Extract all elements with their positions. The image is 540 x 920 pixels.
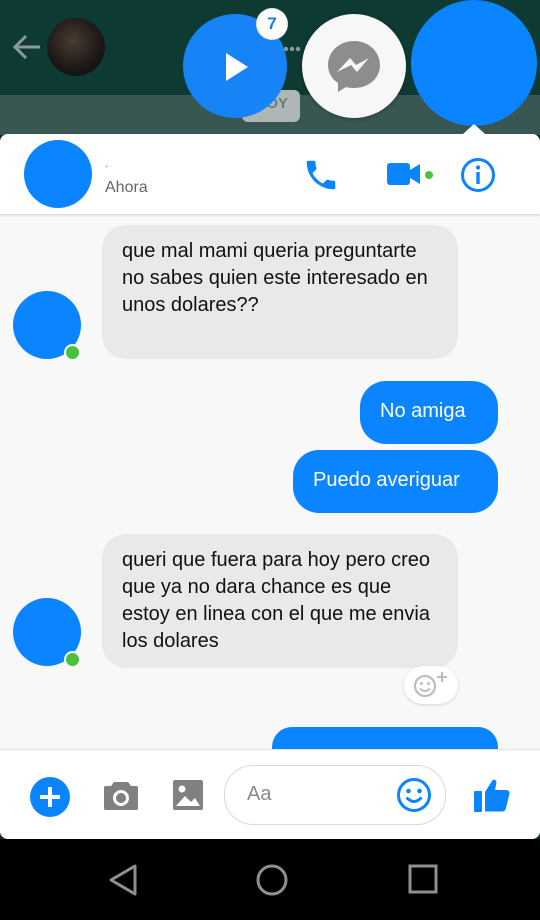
message-bubble-outgoing[interactable]: No amiga [360, 381, 498, 444]
active-status: Ahora [105, 179, 148, 196]
composer-bar [0, 749, 540, 839]
message-input[interactable] [245, 782, 389, 807]
messenger-icon [328, 41, 380, 92]
recents-icon[interactable] [407, 863, 439, 895]
camera-icon[interactable] [103, 779, 139, 811]
overflow-dots-icon [283, 46, 301, 52]
chat-head-pointer [463, 124, 485, 134]
chat-header: . Ahora [0, 134, 540, 214]
like-icon[interactable] [473, 776, 511, 814]
message-bubble-outgoing[interactable] [272, 727, 498, 749]
phone-icon[interactable] [302, 156, 340, 194]
message-input-box[interactable] [224, 765, 446, 825]
message-bubble-incoming[interactable]: queri que fuera para hoy pero creo que y… [102, 534, 458, 668]
home-icon[interactable] [255, 863, 289, 897]
contact-chat-head[interactable] [411, 0, 537, 126]
gallery-icon[interactable] [172, 779, 204, 811]
info-icon[interactable] [460, 157, 496, 193]
online-indicator [64, 344, 81, 361]
contact-name[interactable]: . [105, 156, 108, 170]
emoji-icon[interactable] [396, 777, 432, 813]
contact-avatar[interactable] [24, 140, 92, 208]
messenger-chat-head[interactable] [302, 14, 406, 118]
back-arrow-icon [12, 34, 40, 60]
video-camera-icon[interactable] [386, 162, 422, 186]
add-reaction-icon [413, 672, 447, 698]
message-bubble-incoming[interactable]: que mal mami queria preguntarte no sabes… [102, 225, 458, 359]
android-navigation-bar [0, 839, 540, 920]
message-bubble-outgoing[interactable]: Puedo averiguar [293, 450, 498, 513]
online-indicator [64, 651, 81, 668]
chat-window: . Ahora que mal mami queria preguntarte … [0, 134, 540, 839]
back-icon[interactable] [107, 863, 139, 897]
video-active-dot [425, 171, 433, 179]
play-icon [226, 53, 248, 81]
add-reaction-button[interactable] [404, 666, 458, 704]
message-list[interactable]: que mal mami queria preguntarte no sabes… [0, 214, 540, 749]
plus-icon[interactable] [29, 776, 71, 818]
background-app-avatar [47, 18, 105, 76]
unread-badge: 7 [257, 9, 287, 39]
